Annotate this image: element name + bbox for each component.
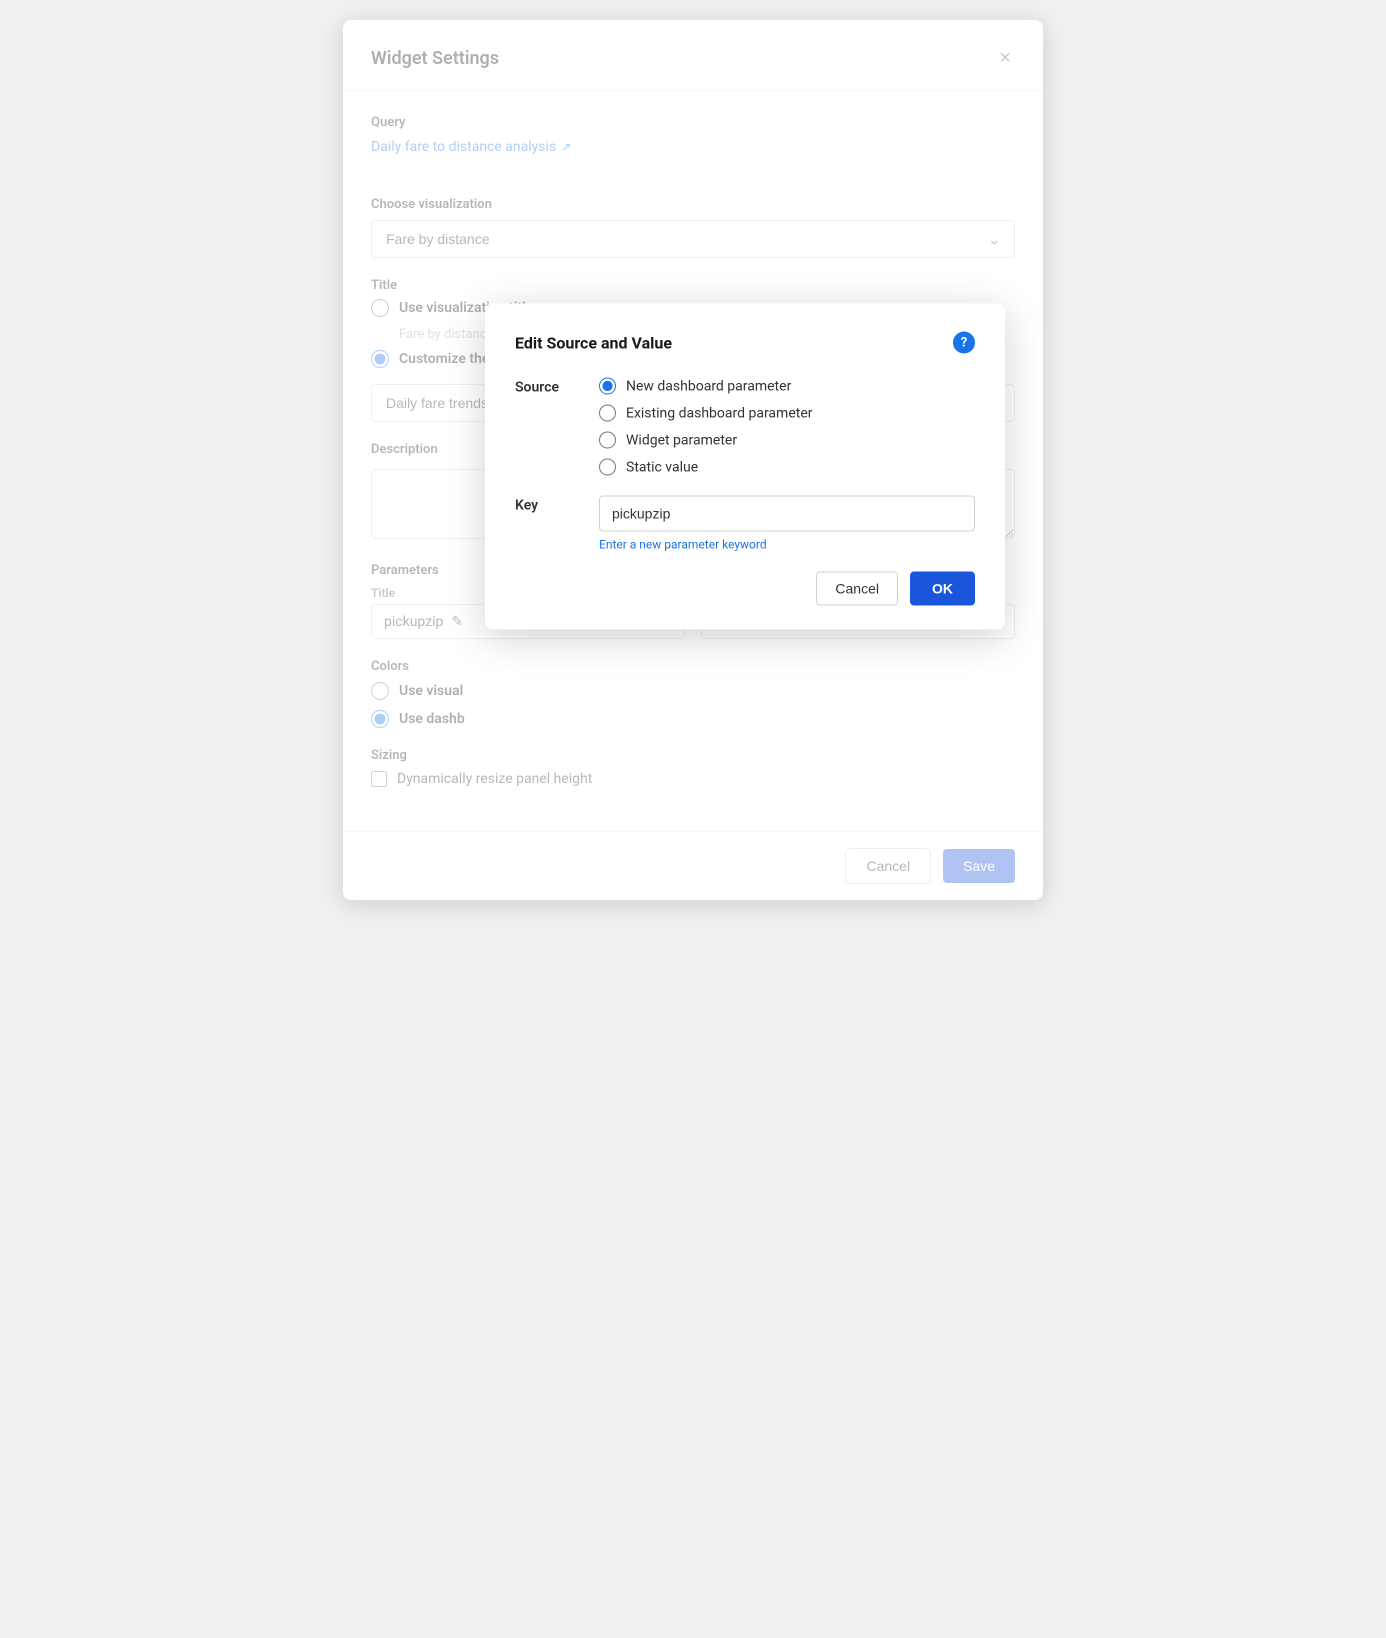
query-link[interactable]: Daily fare to distance analysis ↗ xyxy=(371,139,571,155)
source-existing-dash-label: Existing dashboard parameter xyxy=(626,405,812,421)
use-dash-color-option[interactable]: Use dashb xyxy=(371,710,1015,728)
query-link-text: Daily fare to distance analysis xyxy=(371,139,556,155)
modal-footer: Cancel Save xyxy=(343,831,1043,900)
source-options: New dashboard parameter Existing dashboa… xyxy=(599,378,812,476)
query-section: Query Daily fare to distance analysis ↗ xyxy=(371,115,1015,177)
inner-dialog-header: Edit Source and Value ? xyxy=(515,332,975,354)
source-static-value-label: Static value xyxy=(626,459,698,475)
source-existing-dash-option[interactable]: Existing dashboard parameter xyxy=(599,405,812,422)
colors-label: Colors xyxy=(371,659,1015,674)
source-widget-param-radio[interactable] xyxy=(599,432,616,449)
source-widget-param-option[interactable]: Widget parameter xyxy=(599,432,812,449)
source-new-dash-option[interactable]: New dashboard parameter xyxy=(599,378,812,395)
modal-title: Widget Settings xyxy=(371,48,499,69)
source-static-value-radio[interactable] xyxy=(599,459,616,476)
inner-dialog-title: Edit Source and Value xyxy=(515,333,672,352)
sizing-label: Sizing xyxy=(371,748,1015,763)
use-dash-color-label: Use dashb xyxy=(399,711,465,727)
modal-header: Widget Settings × xyxy=(343,20,1043,91)
key-input[interactable] xyxy=(599,496,975,532)
use-visual-color-option[interactable]: Use visual xyxy=(371,682,1015,700)
source-static-value-option[interactable]: Static value xyxy=(599,459,812,476)
use-dash-color-radio[interactable] xyxy=(371,710,389,728)
param-title-value: pickupzip xyxy=(384,614,443,630)
use-visual-color-label: Use visual xyxy=(399,683,463,699)
resize-panel-option[interactable]: Dynamically resize panel height xyxy=(371,771,1015,787)
source-label: Source xyxy=(515,378,575,396)
help-icon[interactable]: ? xyxy=(953,332,975,354)
widget-settings-modal: Widget Settings × Query Daily fare to di… xyxy=(343,20,1043,900)
param-title-edit-button[interactable]: ✎ xyxy=(451,613,463,630)
colors-options: Use visual Use dashb xyxy=(371,682,1015,728)
inner-cancel-button[interactable]: Cancel xyxy=(816,572,898,606)
inner-dialog-footer: Cancel OK xyxy=(515,572,975,606)
customize-title-radio[interactable] xyxy=(371,350,389,368)
source-new-dash-label: New dashboard parameter xyxy=(626,378,791,394)
use-visual-color-radio[interactable] xyxy=(371,682,389,700)
visualization-select[interactable]: Fare by distance Table Chart Counter xyxy=(371,220,1015,258)
use-viz-title-radio[interactable] xyxy=(371,299,389,317)
visualization-dropdown-wrapper: Fare by distance Table Chart Counter ⌄ xyxy=(371,220,1015,258)
colors-section: Colors Use visual Use dashb xyxy=(371,659,1015,728)
footer-cancel-button[interactable]: Cancel xyxy=(845,848,931,884)
source-widget-param-label: Widget parameter xyxy=(626,432,737,448)
footer-save-button[interactable]: Save xyxy=(943,849,1015,883)
close-button[interactable]: × xyxy=(995,44,1015,72)
edit-source-dialog: Edit Source and Value ? Source New dashb… xyxy=(485,304,1005,630)
inner-ok-button[interactable]: OK xyxy=(910,572,975,606)
visualization-label: Choose visualization xyxy=(371,197,1015,212)
key-label: Key xyxy=(515,496,575,514)
title-section-label: Title xyxy=(371,278,1015,293)
source-existing-dash-radio[interactable] xyxy=(599,405,616,422)
external-link-icon: ↗ xyxy=(561,140,571,154)
key-hint: Enter a new parameter keyword xyxy=(599,538,975,552)
sizing-section: Sizing Dynamically resize panel height xyxy=(371,748,1015,787)
key-input-wrapper: Enter a new parameter keyword xyxy=(599,496,975,552)
resize-panel-label: Dynamically resize panel height xyxy=(397,771,592,787)
source-new-dash-radio[interactable] xyxy=(599,378,616,395)
source-row: Source New dashboard parameter Existing … xyxy=(515,378,975,476)
query-label: Query xyxy=(371,115,1015,130)
resize-panel-checkbox[interactable] xyxy=(371,771,387,787)
key-row: Key Enter a new parameter keyword xyxy=(515,496,975,552)
visualization-section: Choose visualization Fare by distance Ta… xyxy=(371,197,1015,258)
